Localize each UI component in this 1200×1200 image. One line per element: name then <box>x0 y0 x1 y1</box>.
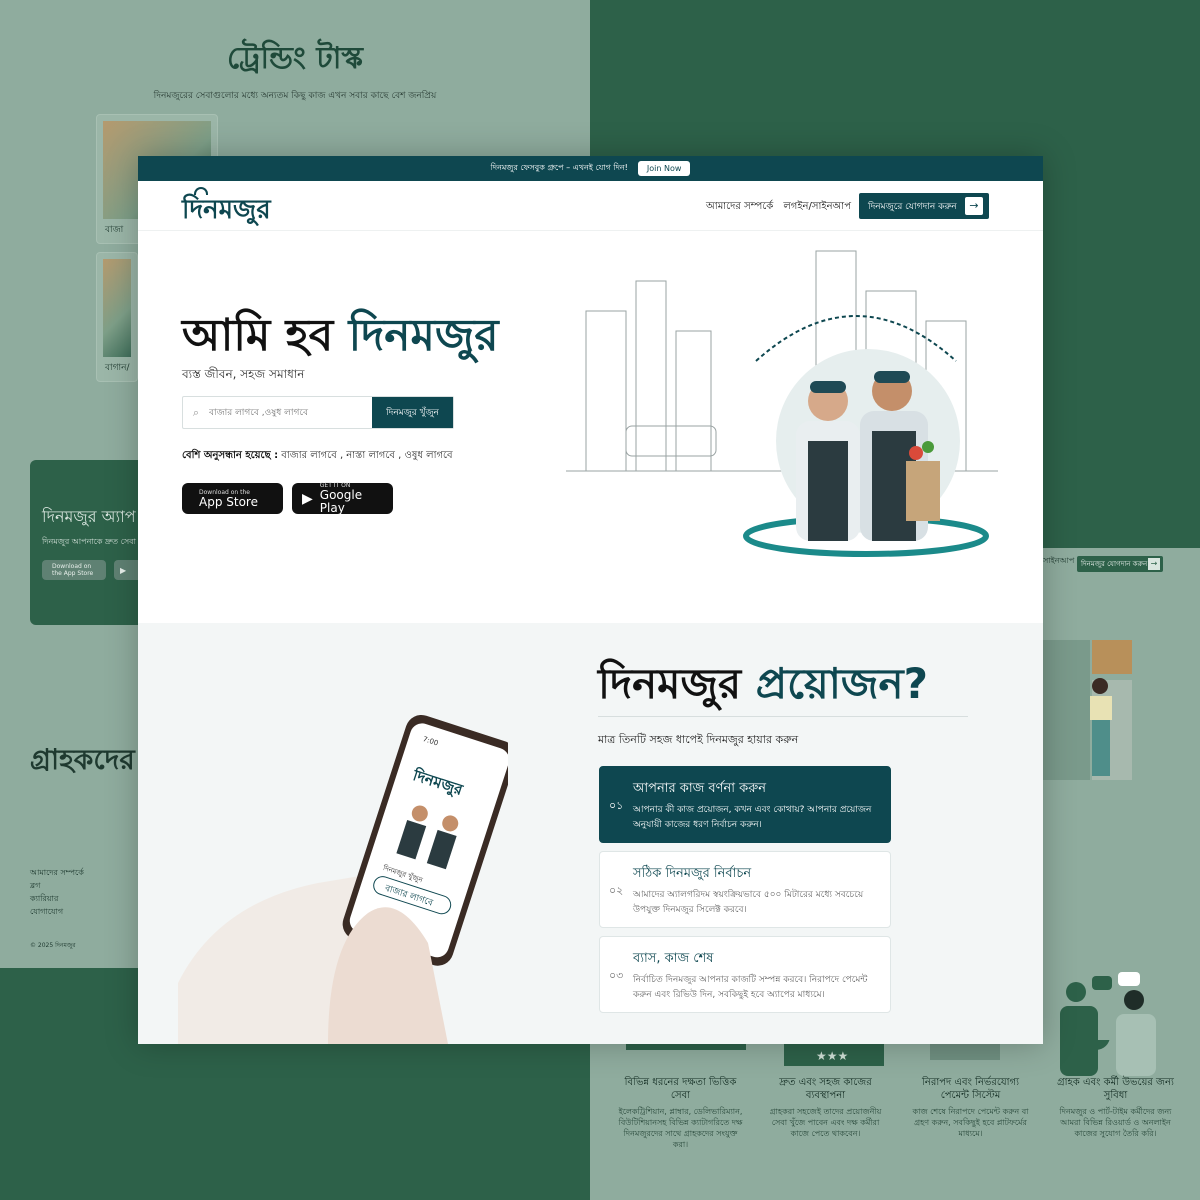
bg-join-button[interactable]: দিনমজুর যোগদান করুন → <box>1077 556 1163 572</box>
phone-in-hand-illustration: 7:00 দিনমজুর দিনমজুর খুঁজুন বাজার লাগবে <box>178 714 508 1044</box>
play-icon: ▶ <box>302 490 313 507</box>
trending-title: ট্রেন্ডিং টাস্ক <box>226 41 364 76</box>
search-input[interactable] <box>209 397 372 428</box>
footer-copyright: © 2025 দিনমজুর <box>30 942 76 949</box>
popular-searches: বেশি অনুসন্ধান হয়েছে : বাজার লাগবে , না… <box>182 450 453 461</box>
step-card-2[interactable]: ০২ সঠিক দিনমজুর নির্বাচন আমাদের অ্যালগরি… <box>599 851 891 928</box>
step-title: আপনার কাজ বর্ণনা করুন <box>633 781 767 796</box>
step-card-1[interactable]: ০১ আপনার কাজ বর্ণনা করুন আপনার কী কাজ প্… <box>599 766 891 843</box>
customer-worker-handshake-illustration <box>1060 972 1156 1076</box>
main-nav: আমাদের সম্পর্কে লগইন/সাইনআপ <box>706 199 851 216</box>
footer-links: আমাদের সম্পর্কে ব্লগ ক্যারিয়ার যোগাযোগ <box>30 866 84 918</box>
trending-card-image <box>103 259 131 357</box>
search-icon: ⌕ <box>192 405 200 419</box>
feature-item: দ্রুত এবং সহজ কাজের ব্যবস্থাপনা গ্রাহকরা … <box>769 1077 882 1138</box>
google-play-button[interactable]: ▶ GET IT ON Google Play <box>292 482 393 515</box>
divider <box>598 716 968 717</box>
site-logo[interactable]: দিনমজুর <box>182 187 271 233</box>
trending-subtitle: দিনমজুরের সেবাগুলোর মধ্যে অন্যতম কিছু কা… <box>153 91 437 101</box>
footer-heading: আমাদের সম্পর্কে <box>30 868 84 877</box>
footer-link[interactable]: ক্যারিয়ার <box>30 892 84 905</box>
app-store-mini-button[interactable]: Download on the App Store <box>42 560 106 580</box>
hero-title: আমি হব দিনমজুর <box>182 310 499 361</box>
announcement-text: দিনমজুর ফেসবুক গ্রুপে – এখনই যোগ দিন! <box>490 163 628 172</box>
announcement-bar: দিনমজুর ফেসবুক গ্রুপে – এখনই যোগ দিন! Jo… <box>138 156 1043 181</box>
app-banner-title: দিনমজুর অ্যাপ <box>42 507 136 526</box>
step-title: ব্যাস, কাজ শেষ <box>633 951 714 966</box>
arrow-right-icon: → <box>965 197 983 215</box>
need-subtitle: মাত্র তিনটি সহজ ধাপেই দিনমজুর হায়ার করু… <box>598 733 799 746</box>
app-store-button[interactable]: Download on the App Store <box>182 483 283 514</box>
customers-title: গ্রাহকদের <box>30 743 135 776</box>
bird-logo-icon <box>194 187 208 195</box>
footer-link[interactable]: ব্লগ <box>30 879 84 892</box>
step-title: সঠিক দিনমজুর নির্বাচন <box>633 866 752 881</box>
step-number: ০৩ <box>609 969 624 982</box>
play-icon: ▶ <box>120 565 127 575</box>
hero-subtitle: ব্যস্ত জীবন, সহজ সমাধান <box>182 367 305 381</box>
find-dinmojur-button[interactable]: দিনমজুর খুঁজুন <box>372 397 453 428</box>
trending-card-label: বাগান/ <box>105 363 130 373</box>
join-dinmojur-button[interactable]: দিনমজুরে যোগদান করুন → <box>859 193 989 219</box>
nav-about[interactable]: আমাদের সম্পর্কে <box>706 199 773 216</box>
hero-workers-illustration <box>566 250 998 557</box>
step-desc: আমাদের অ্যালগরিদম স্বয়ংক্রিয়ভাবে ৫০০ ম… <box>633 890 864 915</box>
feature-item: বিভিন্ন ধরনের দক্ষতা ভিত্তিক সেবা ইলেকট্র… <box>618 1077 743 1149</box>
step-desc: আপনার কী কাজ প্রয়োজন, কখন এবং কোথায়? আ… <box>633 805 872 830</box>
app-banner: দিনমজুর অ্যাপ দিনমজুর আপনাকে দ্রুত সেবা … <box>30 460 150 625</box>
arrow-right-icon: → <box>1148 558 1160 570</box>
step-number: ০২ <box>609 884 624 897</box>
bg-nav-login[interactable]: সাইনআপ <box>1043 555 1074 568</box>
nav-login-signup[interactable]: লগইন/সাইনআপ <box>783 199 851 216</box>
hero-search-bar: ⌕ দিনমজুর খুঁজুন <box>182 396 454 429</box>
site-header: দিনমজুর আমাদের সম্পর্কে লগইন/সাইনআপ দিনম… <box>138 181 1043 231</box>
feature-item: গ্রাহক এবং কর্মী উভয়ের জন্য সুবিধা দিনমজ… <box>1057 1077 1174 1138</box>
need-title: দিনমজুর প্রয়োজন? <box>598 659 928 708</box>
feature-item: নিরাপদ এবং নির্ভরযোগ্য পেমেন্ট সিস্টেম কা… <box>912 1077 1029 1138</box>
step-number: ০১ <box>609 799 624 812</box>
trending-card-label: বাজা <box>105 225 124 235</box>
footer-link[interactable]: যোগাযোগ <box>30 905 84 918</box>
svg-text:★★★: ★★★ <box>816 1049 848 1063</box>
how-it-works-section: 7:00 দিনমজুর দিনমজুর খুঁজুন বাজার লাগবে … <box>138 623 1043 1044</box>
step-card-3[interactable]: ০৩ ব্যাস, কাজ শেষ নির্বাচিত দিনমজুর আপনা… <box>599 936 891 1013</box>
app-banner-subtitle: দিনমজুর আপনাকে দ্রুত সেবা <box>42 537 136 546</box>
customer-door-illustration <box>1040 640 1132 780</box>
features-row: বিভিন্ন ধরনের দক্ষতা ভিত্তিক সেবা ইলেকট্র… <box>618 1076 1178 1150</box>
step-desc: নির্বাচিত দিনমজুর আপনার কাজটি সম্পন্ন কর… <box>633 975 868 1000</box>
main-landing-page: দিনমজুর ফেসবুক গ্রুপে – এখনই যোগ দিন! Jo… <box>138 156 1043 1044</box>
trending-card[interactable]: বাগান/ <box>96 252 138 382</box>
join-now-button[interactable]: Join Now <box>637 161 691 176</box>
